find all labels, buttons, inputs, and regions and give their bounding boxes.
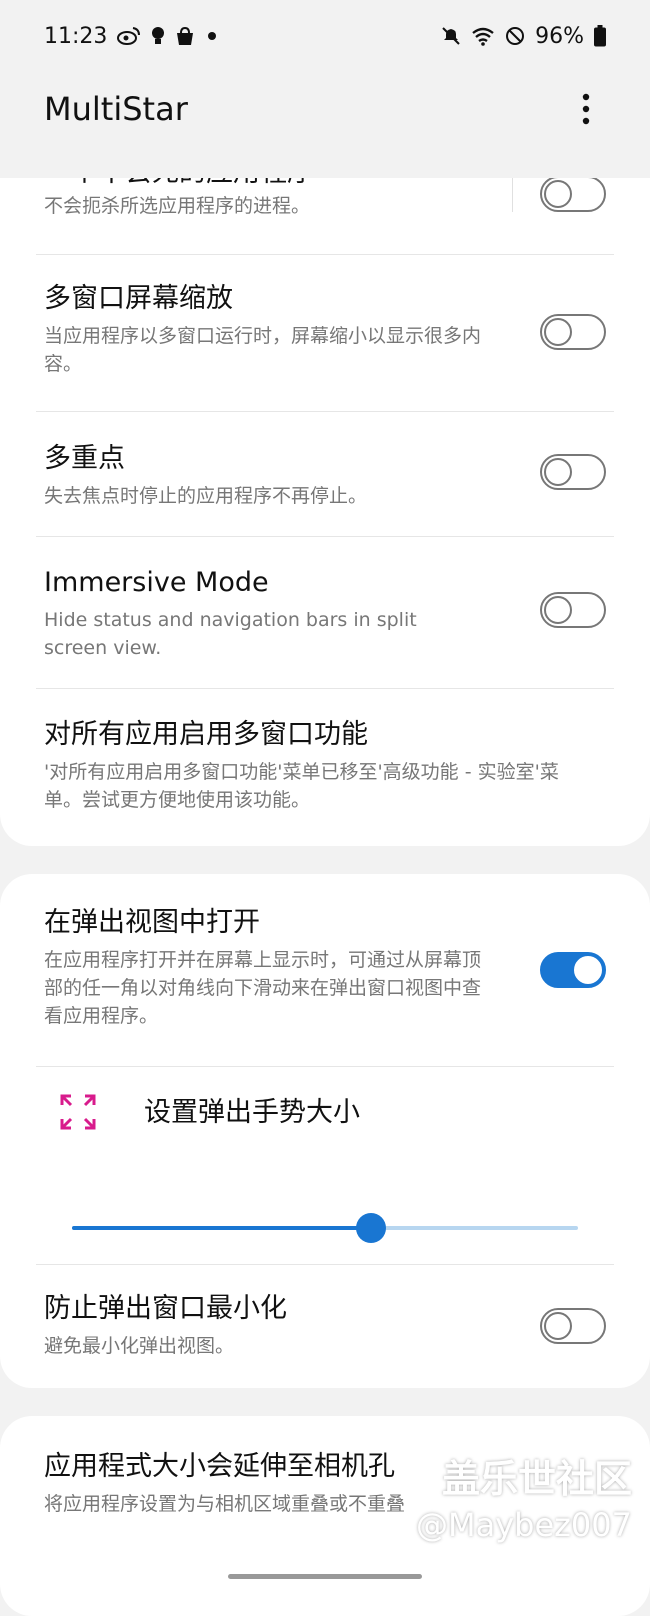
wifi-icon <box>471 26 495 46</box>
toggle-switch[interactable] <box>540 1308 606 1344</box>
app-title: MultiStar <box>44 90 188 128</box>
gesture-size-slider[interactable] <box>72 1213 578 1243</box>
watermark-line1: 盖乐世社区 <box>441 1457 632 1501</box>
toggle-switch[interactable] <box>540 178 606 212</box>
watermark-line2: @Maybez007 <box>415 1506 632 1544</box>
setting-title: 防止弹出窗口最小化 <box>44 1293 287 1324</box>
settings-card-1: 一个不会死的应用程序 不会扼杀所选应用程序的进程。 多窗口屏幕缩放 当应用程序以… <box>0 178 650 846</box>
toggle-knob <box>544 1312 572 1340</box>
setting-subtitle: '对所有应用启用多窗口功能'菜单已移至'高级功能 - 实验室'菜单。尝试更方便地… <box>44 761 559 811</box>
status-time: 11:23 <box>44 23 108 49</box>
divider <box>36 1264 614 1265</box>
battery-icon <box>594 25 606 47</box>
expand-corners-icon <box>60 1094 96 1130</box>
mute-icon <box>441 26 461 46</box>
divider <box>36 411 614 412</box>
setting-subtitle: 当应用程序以多窗口运行时，屏幕缩小以显示很多内容。 <box>44 325 482 375</box>
setting-subtitle: 不会扼杀所选应用程序的进程。 <box>44 195 311 217</box>
app-bar: MultiStar <box>0 78 650 140</box>
setting-title: 在弹出视图中打开 <box>44 907 260 938</box>
toggle-knob <box>574 956 602 984</box>
setting-title: Immersive Mode <box>44 567 269 598</box>
divider <box>36 536 614 537</box>
dnd-icon <box>505 26 525 46</box>
toggle-knob <box>544 318 572 346</box>
toggle-switch[interactable] <box>540 592 606 628</box>
setting-subtitle: 在应用程序打开并在屏幕上显示时，可通过从屏幕顶部的任一角以对角线向下滑动来在弹出… <box>44 949 482 1027</box>
weibo-icon <box>117 26 141 46</box>
toggle-knob <box>544 458 572 486</box>
divider <box>36 1066 614 1067</box>
battery-percent: 96% <box>535 23 584 49</box>
setting-title: 多窗口屏幕缩放 <box>44 283 233 314</box>
toggle-knob <box>544 596 572 624</box>
toggle-switch[interactable] <box>540 952 606 988</box>
more-vert-icon[interactable] <box>566 89 606 129</box>
setting-title: 多重点 <box>44 443 125 474</box>
divider <box>36 688 614 689</box>
slider-thumb[interactable] <box>355 1213 386 1243</box>
gesture-size-label: 设置弹出手势大小 <box>144 1097 360 1128</box>
setting-subtitle: Hide status and navigation bars in split… <box>44 609 417 659</box>
dot-icon <box>205 29 219 43</box>
setting-subtitle: 避免最小化弹出视图。 <box>44 1335 235 1357</box>
setting-title: 对所有应用启用多窗口功能 <box>44 719 368 750</box>
navigation-handle[interactable] <box>228 1574 422 1579</box>
setting-multiwindow-all-apps[interactable]: 对所有应用启用多窗口功能 '对所有应用启用多窗口功能'菜单已移至'高级功能 - … <box>0 718 650 814</box>
divider <box>36 254 614 255</box>
toggle-separator <box>512 178 513 212</box>
setting-subtitle: 失去焦点时停止的应用程序不再停止。 <box>44 485 368 507</box>
status-bar: 11:23 96% <box>0 0 650 72</box>
bulb-icon <box>151 26 165 46</box>
slider-fill <box>72 1226 371 1230</box>
setting-title: 一个不会死的应用程序 <box>44 178 606 190</box>
toggle-switch[interactable] <box>540 454 606 490</box>
settings-card-2: 在弹出视图中打开 在应用程序打开并在屏幕上显示时，可通过从屏幕顶部的任一角以对角… <box>0 874 650 1388</box>
toggle-knob <box>544 180 572 208</box>
bag-icon <box>175 26 195 46</box>
toggle-switch[interactable] <box>540 314 606 350</box>
